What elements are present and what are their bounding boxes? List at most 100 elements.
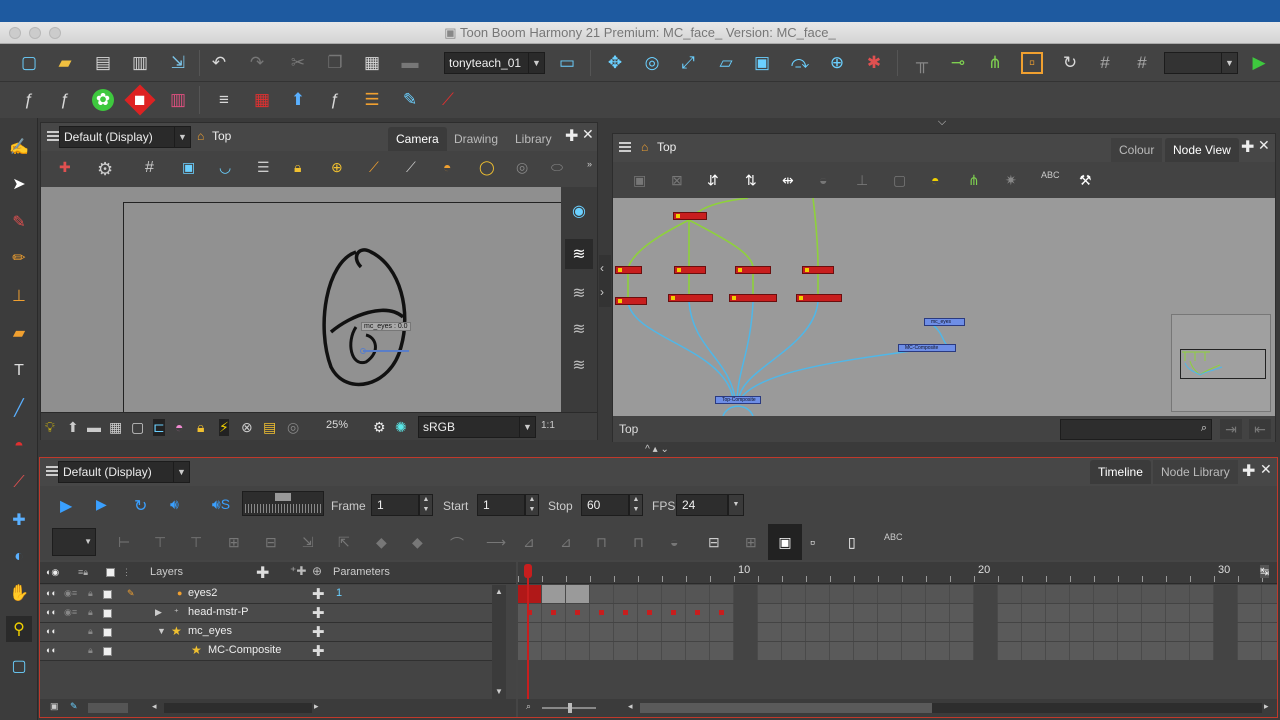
save-as-icon[interactable]: ▥ xyxy=(129,52,151,74)
frame-cell[interactable] xyxy=(926,623,950,641)
frame-cell[interactable] xyxy=(830,604,854,622)
edit-pencil-icon[interactable]: ✎ xyxy=(127,588,135,599)
frame-cell[interactable] xyxy=(878,585,902,603)
function-curve-icon[interactable]: ƒ xyxy=(54,89,76,111)
transform-icon[interactable]: ▣ xyxy=(751,52,773,74)
frame-stepper[interactable]: ▲ ▼ xyxy=(419,494,433,516)
layer-solo-icon[interactable]: ◉≡ xyxy=(64,588,77,599)
playback-speed-slider[interactable] xyxy=(242,491,324,516)
layer-stack-4-icon[interactable]: ≋ xyxy=(567,353,591,377)
layer-row-mc-composite[interactable]: ◐◐ 🔒︎ ★ MC-Composite ✚ xyxy=(40,642,492,661)
frame-cell[interactable] xyxy=(1262,623,1277,641)
frame-cell[interactable] xyxy=(974,604,998,622)
speed-handle[interactable] xyxy=(275,493,291,501)
grid-view-icon[interactable]: ▦ xyxy=(109,419,122,436)
layers-options-icon[interactable]: ⋮ xyxy=(122,567,131,578)
camera-mask-icon[interactable]: ⊏ xyxy=(153,419,165,436)
add-peg-icon[interactable]: ⊤ xyxy=(154,534,166,551)
onion-icon[interactable]: ◡ xyxy=(219,159,231,176)
fps-input[interactable]: 24 xyxy=(676,494,728,516)
layer-colour-toggle[interactable] xyxy=(103,609,112,618)
add-special-icon[interactable]: ⊕ xyxy=(312,564,322,578)
animate-mode-icon[interactable]: ✚ xyxy=(59,159,71,176)
lock-icon[interactable]: 🔒︎ xyxy=(294,159,301,176)
stop-input[interactable]: 60 xyxy=(581,494,629,516)
frame-cell[interactable] xyxy=(1238,642,1262,660)
footer-brush-icon[interactable]: ✎ xyxy=(70,701,78,712)
select-grid-icon[interactable]: ▦ xyxy=(251,89,273,111)
splitter-vertical-icons[interactable]: ^ ▴ ⌄ xyxy=(632,444,682,456)
frame-input[interactable]: 1 xyxy=(371,494,419,516)
frame-cell[interactable] xyxy=(1142,604,1166,622)
function-icon[interactable]: ƒ xyxy=(18,89,40,111)
frame-cell[interactable] xyxy=(614,623,638,641)
zoom-window-button[interactable] xyxy=(49,27,61,39)
keyframe-marker[interactable] xyxy=(695,610,700,615)
frame-icon[interactable]: ▬ xyxy=(87,419,101,435)
layer-stack-2-icon[interactable]: ≋ xyxy=(567,281,591,305)
add-drawing-layer-icon[interactable]: ⊢ xyxy=(118,534,130,551)
peg-green-icon[interactable]: ⊸ xyxy=(947,52,969,74)
frame-cell[interactable] xyxy=(1190,604,1214,622)
frame-cell[interactable] xyxy=(734,623,758,641)
node-mc-eyes[interactable]: mc_eyes xyxy=(924,318,965,326)
keyframe-marker[interactable] xyxy=(575,610,580,615)
stop-motion-icon[interactable]: ⊿ xyxy=(560,534,572,551)
layer-lock-icon[interactable]: 🔒︎ xyxy=(88,626,93,637)
line-tool-icon[interactable]: ╱ xyxy=(6,395,32,421)
lock-toggle-icon[interactable]: 🔒︎ xyxy=(197,419,204,436)
frame-cell[interactable] xyxy=(1046,642,1070,660)
close-window-button[interactable] xyxy=(9,27,21,39)
scale-icon[interactable]: ⤢ xyxy=(677,52,699,74)
frame-cell[interactable] xyxy=(1118,585,1142,603)
lightning-icon[interactable]: ⚡︎ xyxy=(219,419,229,436)
cut-icon[interactable]: ✂ xyxy=(287,52,309,74)
lock-add-icon[interactable]: ⊕ xyxy=(331,159,343,176)
line-icon[interactable]: ⟋ xyxy=(369,159,379,176)
frame-cell[interactable] xyxy=(542,623,566,641)
frame-cell[interactable] xyxy=(1046,604,1070,622)
more-icon[interactable]: » xyxy=(587,159,592,169)
node-abc-icon[interactable]: ABC xyxy=(1041,170,1060,180)
node-lamp-icon[interactable]: ◓ xyxy=(931,172,939,188)
frame-cell[interactable] xyxy=(590,585,614,603)
time-ruler[interactable]: 10 20 30 ↹ xyxy=(518,562,1277,584)
frames-scroll-left-icon[interactable]: ◂ xyxy=(628,701,633,712)
light-table-icon[interactable]: ◆ xyxy=(124,84,156,116)
frame-cell[interactable] xyxy=(902,642,926,660)
frame-cell[interactable] xyxy=(710,623,734,641)
frame-cell[interactable] xyxy=(686,623,710,641)
frame-cell[interactable] xyxy=(1238,585,1262,603)
frame-cell[interactable] xyxy=(734,585,758,603)
redo-icon[interactable]: ↷ xyxy=(246,52,268,74)
collapse-arrow-icon[interactable]: ▼ xyxy=(157,626,166,636)
frame-cell[interactable] xyxy=(566,623,590,641)
frame-cell[interactable] xyxy=(1022,642,1046,660)
motion-icon[interactable]: ⟶ xyxy=(486,534,506,551)
cutter-icon[interactable]: ⟋ xyxy=(437,89,459,111)
node-bowl-icon[interactable]: ◒ xyxy=(819,172,827,188)
frame-cell[interactable] xyxy=(518,623,542,641)
layer-name[interactable]: head-mstr-P xyxy=(188,606,249,618)
knife-icon[interactable]: ⟋ xyxy=(406,159,416,176)
drawing-tool-icon[interactable]: ✍ xyxy=(6,134,32,160)
frame-cell[interactable] xyxy=(974,642,998,660)
frame-cell[interactable] xyxy=(1070,642,1094,660)
scroll-left-icon[interactable]: ◂ xyxy=(152,701,157,712)
frame-cell[interactable] xyxy=(1142,585,1166,603)
node-drawing-2[interactable] xyxy=(668,294,713,302)
flag-icon[interactable]: ▶ xyxy=(1248,52,1270,74)
node-merge-icon[interactable]: ⇅ xyxy=(745,172,757,189)
frame-cell[interactable] xyxy=(950,623,974,641)
frame-cell[interactable] xyxy=(662,623,686,641)
camera-breadcrumb[interactable]: Top xyxy=(212,129,231,143)
frame-cell[interactable] xyxy=(1262,604,1277,622)
morph-icon[interactable]: ✱ xyxy=(863,52,885,74)
select-tool-icon[interactable]: ➤ xyxy=(6,171,32,197)
timeline-display-dropdown[interactable]: Default (Display) ▼ xyxy=(58,461,190,483)
frame-cell[interactable] xyxy=(1118,642,1142,660)
frame-cell[interactable] xyxy=(878,604,902,622)
node-split-icon[interactable]: ⇵ xyxy=(707,172,719,189)
frame-cell[interactable] xyxy=(926,642,950,660)
frame-cell[interactable] xyxy=(1046,585,1070,603)
